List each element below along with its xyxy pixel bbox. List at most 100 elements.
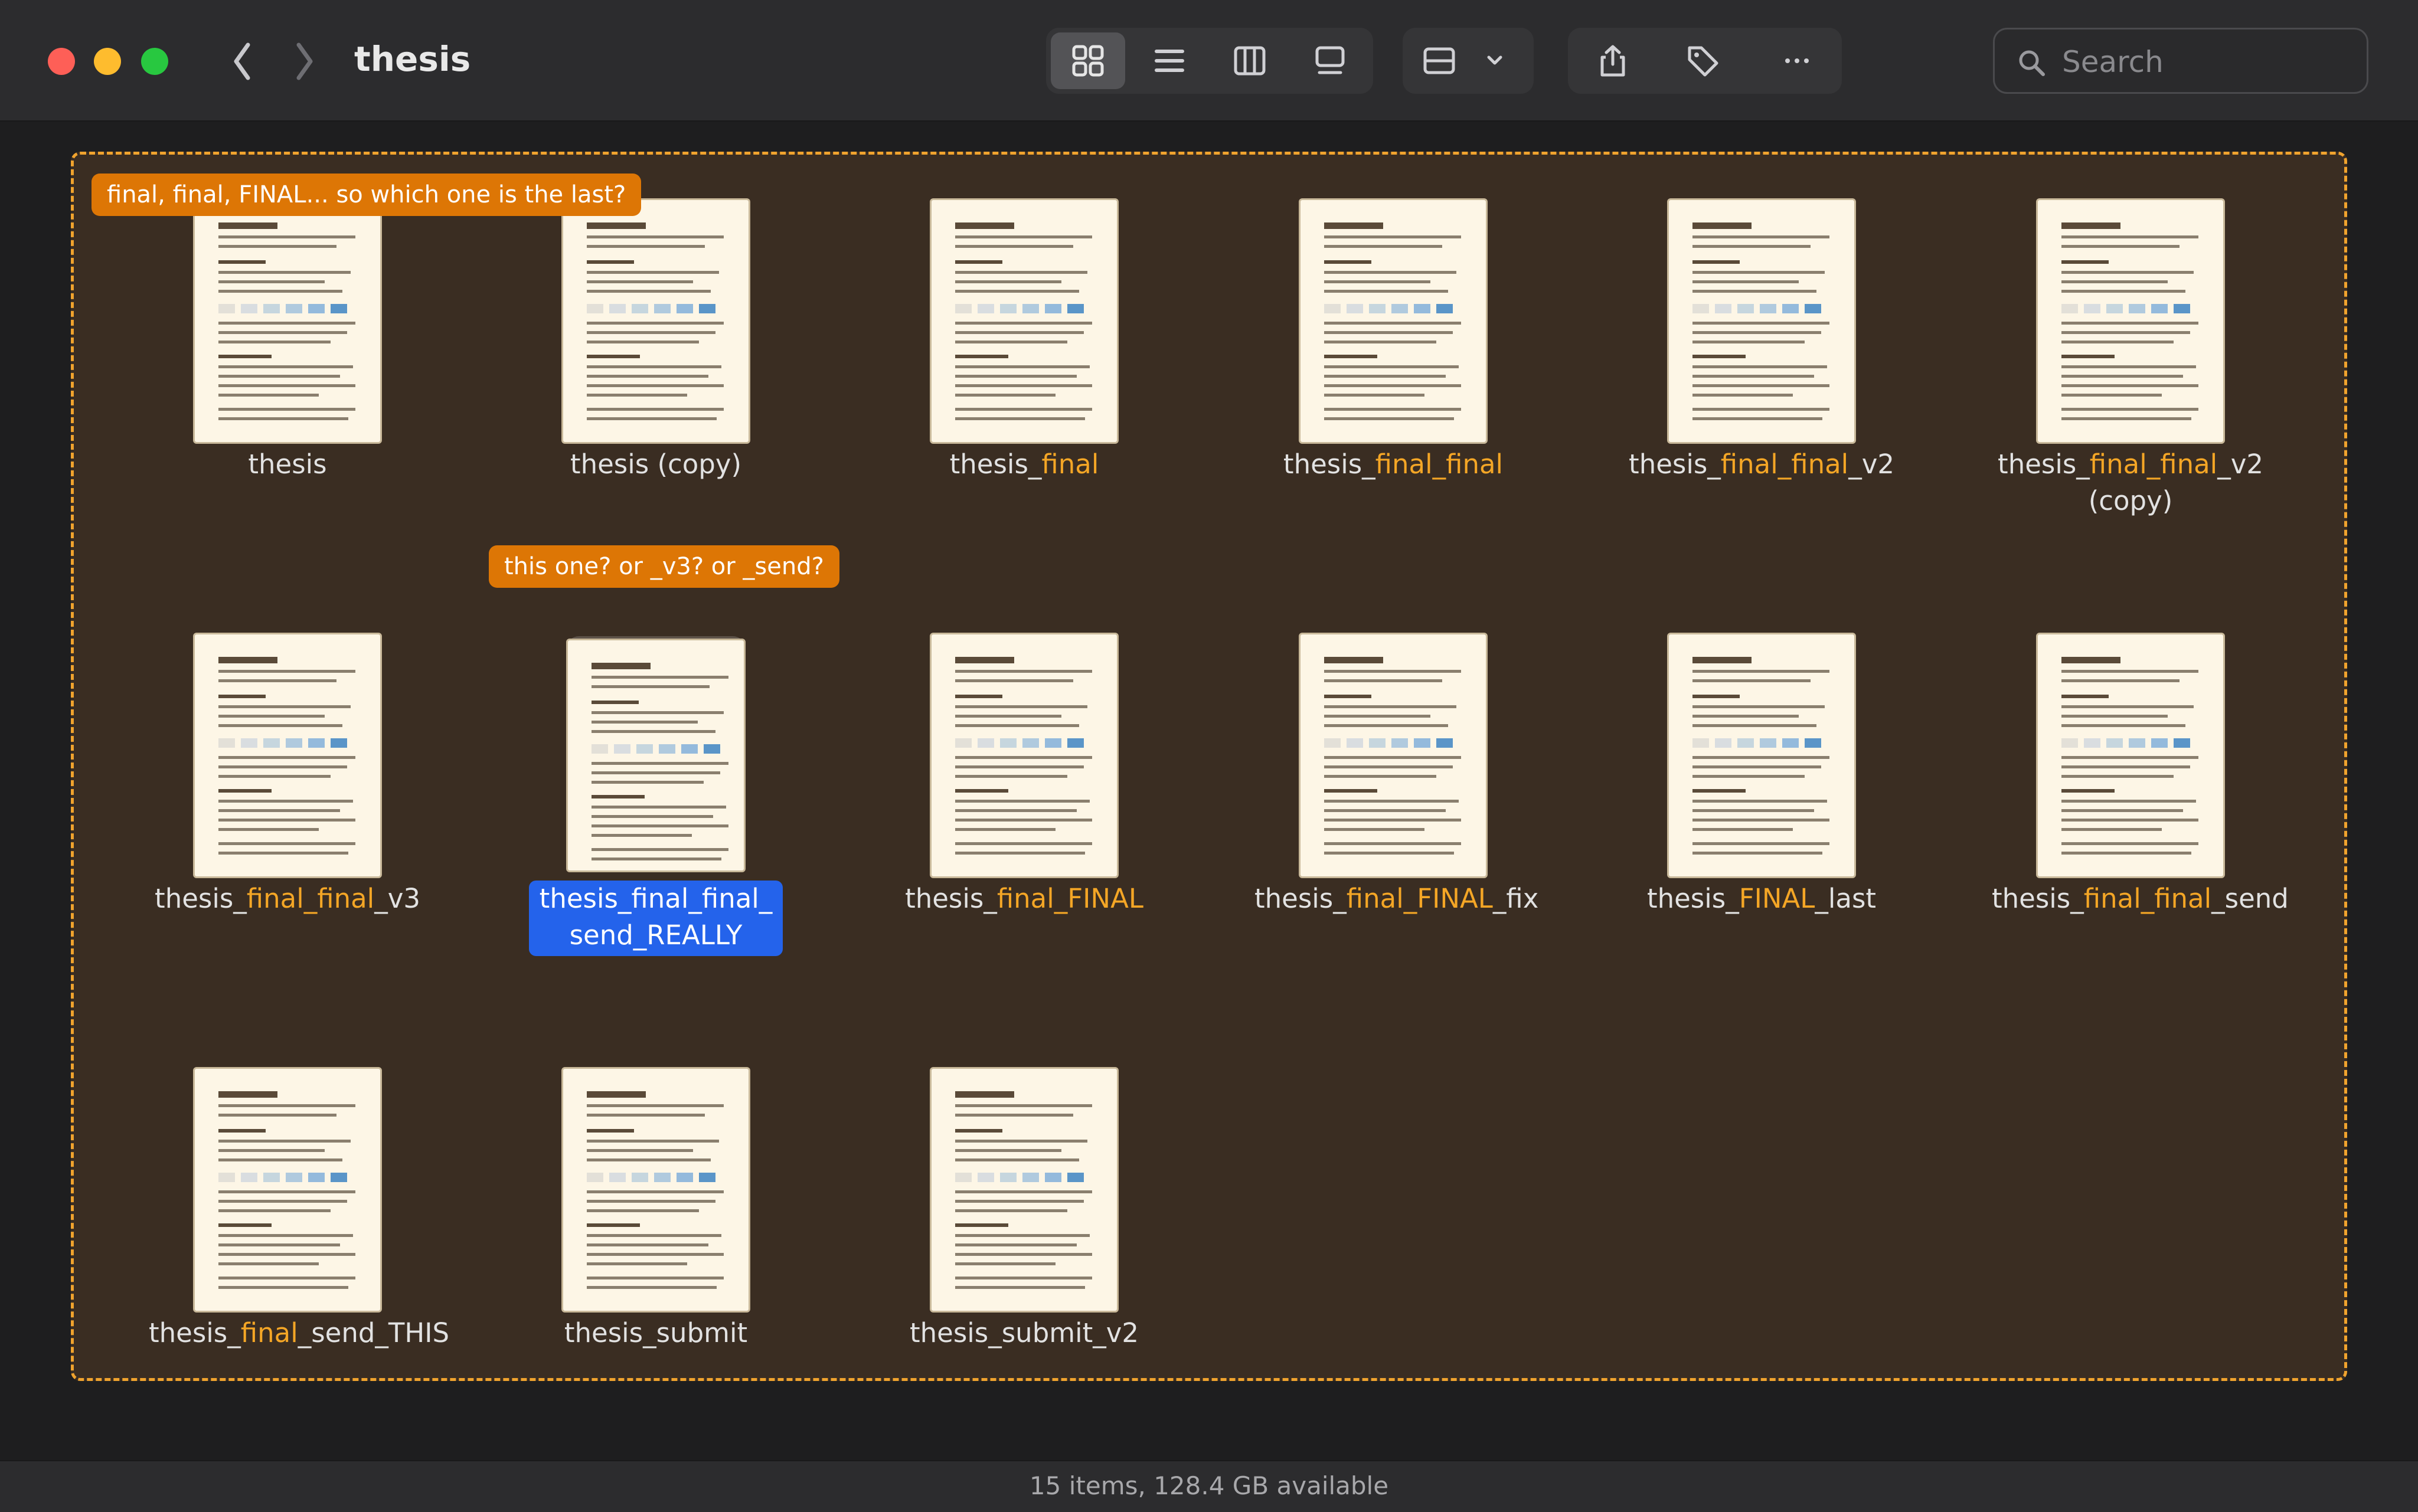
status-bar: 15 items, 128.4 GB available <box>0 1460 2418 1512</box>
icon-view-button[interactable] <box>1051 32 1125 89</box>
file-name-text: thesis_final_final_send <box>1992 881 2289 917</box>
annotation-note: this one? or _v3? or _send? <box>489 545 839 588</box>
file-thumbnail-wrap <box>193 633 382 878</box>
file-thumbnail-wrap <box>1667 198 1856 444</box>
file-item[interactable]: thesis (copy) <box>502 178 809 580</box>
file-name-part: _v2 <box>1848 449 1894 480</box>
more-button[interactable] <box>1764 32 1830 89</box>
file-name-part: thesis_ <box>155 883 247 914</box>
file-name-part: _send_THIS <box>298 1317 450 1349</box>
chevron-down-icon <box>1487 55 1502 65</box>
file-item[interactable]: thesis_final <box>871 178 1178 580</box>
column-view-button[interactable] <box>1213 32 1287 89</box>
file-name-highlight: final_final <box>1720 449 1849 480</box>
file-name: thesis_final_final_v3 <box>134 881 441 917</box>
file-name: thesis_final_final_ send_REALLY <box>502 881 809 956</box>
file-thumbnail-wrap <box>561 198 750 444</box>
document-icon <box>930 198 1119 444</box>
file-item[interactable]: thesis_final_final_v3 <box>134 613 441 1014</box>
close-window-button[interactable] <box>48 48 75 75</box>
file-name-highlight: final <box>240 1317 298 1349</box>
document-icon <box>1299 633 1488 878</box>
file-item[interactable]: thesis_submit_v2 <box>871 1047 1178 1448</box>
file-item[interactable]: thesis_final_send_THIS <box>134 1047 449 1448</box>
file-name: thesis_final_final <box>1240 446 1547 483</box>
minimize-window-button[interactable] <box>94 48 121 75</box>
gallery-view-button[interactable] <box>1293 32 1367 89</box>
selected-file-name-line2: send_REALLY <box>569 919 743 951</box>
back-button[interactable] <box>223 39 261 84</box>
more-icon <box>1785 58 1809 63</box>
toolbar: thesis <box>0 0 2418 122</box>
file-thumbnail-wrap <box>1299 633 1488 878</box>
file-name-part: _v3 <box>374 883 420 914</box>
file-thumbnail-wrap <box>930 1067 1119 1313</box>
file-name-part: thesis_ <box>1992 883 2084 914</box>
file-thumbnail-wrap <box>193 198 382 444</box>
file-name-part: _fix <box>1492 883 1539 914</box>
document-icon <box>1667 633 1856 878</box>
file-name-highlight: final_final <box>246 883 375 914</box>
file-thumbnail-wrap <box>566 636 746 872</box>
file-name-highlight: final_final <box>1375 449 1504 480</box>
file-name-highlight: FINAL <box>1739 883 1815 914</box>
group-dropdown[interactable] <box>1469 32 1521 89</box>
list-view-button[interactable] <box>1132 32 1207 89</box>
file-name-part: thesis_submit <box>564 1317 748 1349</box>
columns-icon <box>1234 46 1266 76</box>
file-name: thesis_final_final_v2 (copy) <box>1977 446 2284 519</box>
file-name-part: thesis_ <box>149 1317 241 1349</box>
chevron-left-icon <box>234 42 250 80</box>
file-name-part: thesis_ <box>1998 449 2090 480</box>
file-item[interactable]: thesis_final_final_v2 <box>1608 178 1915 580</box>
file-name-highlight: final <box>1041 449 1099 480</box>
file-name: thesis_submit_v2 <box>871 1315 1178 1351</box>
file-name: thesis_final_FINAL_fix <box>1240 881 1547 917</box>
file-item[interactable]: thesis_FINAL_last <box>1608 613 1915 1014</box>
file-item[interactable]: thesis_final_final_v2 (copy) <box>1977 178 2284 580</box>
file-name-text: thesis_submit_v2 <box>910 1315 1139 1351</box>
selected-file-name-line1: thesis_final_final_ <box>539 883 773 914</box>
file-name-part: _last <box>1815 883 1877 914</box>
file-name-part: thesis (copy) <box>570 449 742 480</box>
file-name: thesis (copy) <box>502 446 809 483</box>
group-button[interactable] <box>1413 32 1465 89</box>
file-name-text: thesis_final <box>950 446 1099 483</box>
file-item[interactable]: thesis_final_FINAL_fix <box>1240 613 1547 1014</box>
file-item[interactable]: thesis_final_final <box>1240 178 1547 580</box>
file-item[interactable]: thesis_final_final_send <box>1977 613 2289 1014</box>
file-name-part: thesis_ <box>905 883 997 914</box>
tag-button[interactable] <box>1669 32 1736 89</box>
file-thumbnail-wrap <box>2036 633 2225 878</box>
list-icon <box>1155 50 1184 72</box>
selected-file-name: thesis_final_final_ send_REALLY <box>528 881 783 956</box>
file-thumbnail-wrap <box>193 1067 382 1313</box>
file-item[interactable]: thesis <box>134 178 441 580</box>
file-item-selected[interactable]: thesis_final_final_ send_REALLY <box>502 613 809 1014</box>
file-name-part: _send <box>2211 883 2289 914</box>
document-icon <box>930 633 1119 878</box>
tag-icon <box>1688 46 1718 77</box>
file-grid[interactable]: thesis thesis (copy) thesis_final thesis… <box>71 152 2347 1381</box>
group-control[interactable] <box>1403 28 1534 94</box>
view-mode-control <box>1046 28 1373 94</box>
search-input[interactable] <box>2061 40 2358 84</box>
file-thumbnail-wrap <box>561 1067 750 1313</box>
zoom-window-button[interactable] <box>141 48 168 75</box>
file-name-part: thesis_ <box>1629 449 1721 480</box>
share-button[interactable] <box>1580 32 1646 89</box>
file-name-part: thesis_ <box>1254 883 1347 914</box>
annotation-note: final, final, FINAL... so which one is t… <box>92 174 642 216</box>
file-name-part: thesis_ <box>1283 449 1375 480</box>
file-item[interactable]: thesis_submit <box>502 1047 809 1448</box>
search-icon <box>2019 50 2045 76</box>
file-name-text: thesis_FINAL_last <box>1647 881 1876 917</box>
file-item[interactable]: thesis_final_FINAL <box>871 613 1178 1014</box>
forward-button[interactable] <box>286 39 324 84</box>
file-name-text: thesis_final_FINAL_fix <box>1254 881 1538 917</box>
file-thumbnail-wrap <box>1299 198 1488 444</box>
document-icon <box>1299 198 1488 444</box>
file-thumbnail-wrap <box>2036 198 2225 444</box>
share-icon <box>1600 45 1625 77</box>
search-field[interactable] <box>1993 28 2368 94</box>
